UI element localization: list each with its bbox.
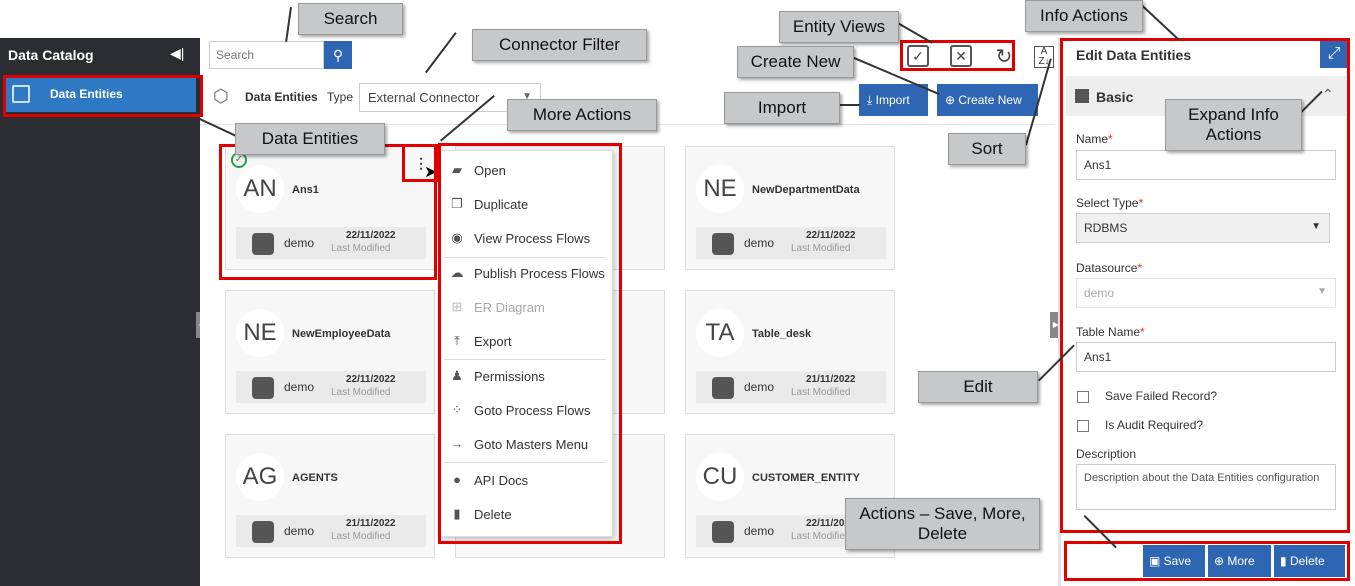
entity-name: NewDepartmentData: [752, 184, 860, 196]
callout-edit: Edit: [918, 371, 1038, 403]
callout-actions: Actions – Save, More, Delete: [845, 498, 1040, 550]
entities-icon: ⬡: [213, 86, 229, 106]
type-label: Type: [327, 90, 354, 104]
connector-line: [285, 7, 292, 42]
owner: demo: [284, 524, 315, 538]
entity-name: Table_desk: [752, 328, 812, 340]
entity-name: AGENTS: [292, 472, 338, 484]
modified-date: 21/11/2022: [806, 374, 856, 385]
avatar: NE: [696, 165, 744, 213]
collapse-sidebar-icon[interactable]: ◀|: [170, 45, 186, 61]
owner: demo: [744, 380, 775, 394]
search-icon[interactable]: ⚲: [324, 41, 352, 69]
last-modified-label: Last Modified: [791, 243, 851, 254]
highlight-data-entities: [3, 75, 203, 117]
search-input[interactable]: [209, 41, 324, 69]
highlight-entity-views: [900, 40, 1015, 71]
sort-icon[interactable]: A Z↓: [1034, 46, 1054, 68]
entity-name: CUSTOMER_ENTITY: [752, 472, 860, 484]
callout-entity-views: Entity Views: [779, 11, 899, 43]
highlight-actions: [1064, 541, 1350, 581]
entity-card[interactable]: TA Table_desk demo 21/11/2022 Last Modif…: [685, 290, 895, 414]
card-footer: demo 22/11/2022 Last Modified: [236, 371, 426, 403]
entity-name: NewEmployeeData: [292, 328, 391, 340]
database-icon: [712, 233, 734, 255]
highlight-menu: [438, 143, 622, 544]
callout-connector-filter: Connector Filter: [472, 29, 647, 61]
callout-create-new: Create New: [737, 46, 854, 78]
create-new-button[interactable]: ⊕ Create New: [937, 84, 1038, 116]
callout-search: Search: [298, 3, 403, 35]
callout-import: Import: [724, 92, 840, 124]
entity-card[interactable]: AG AGENTS demo 21/11/2022 Last Modified: [225, 434, 435, 558]
modified-date: 22/11/2022: [806, 230, 856, 241]
modified-date: 21/11/2022: [346, 518, 396, 529]
card-footer: demo 21/11/2022 Last Modified: [236, 515, 426, 547]
last-modified-label: Last Modified: [331, 531, 391, 542]
create-new-label: Create New: [958, 93, 1022, 107]
owner: demo: [284, 380, 315, 394]
avatar: TA: [696, 309, 744, 357]
owner: demo: [744, 524, 775, 538]
callout-info-actions: Info Actions: [1025, 0, 1143, 32]
database-icon: [712, 521, 734, 543]
card-footer: demo 22/11/2022 Last Modified: [696, 227, 886, 259]
avatar: AG: [236, 453, 284, 501]
entity-card[interactable]: NE NewDepartmentData demo 22/11/2022 Las…: [685, 146, 895, 270]
connector-line: [840, 104, 860, 106]
highlight-more-actions: [402, 144, 438, 182]
connector-line: [1141, 5, 1180, 41]
sidebar: Data Catalog ◀| Data Entities: [0, 38, 200, 586]
modified-date: 22/11/2022: [346, 374, 396, 385]
import-button[interactable]: ⤓ Import: [859, 84, 928, 116]
owner: demo: [744, 236, 775, 250]
database-icon: [252, 521, 274, 543]
database-icon: [252, 377, 274, 399]
avatar: CU: [696, 453, 744, 501]
callout-data-entities: Data Entities: [235, 123, 385, 155]
callout-expand: Expand Info Actions: [1165, 99, 1302, 151]
avatar: NE: [236, 309, 284, 357]
callout-more-actions: More Actions: [507, 99, 657, 131]
card-footer: demo 21/11/2022 Last Modified: [696, 371, 886, 403]
last-modified-label: Last Modified: [331, 387, 391, 398]
last-modified-label: Last Modifie: [791, 531, 845, 542]
breadcrumb: Data Entities: [245, 90, 318, 104]
database-icon: [712, 377, 734, 399]
callout-sort: Sort: [948, 133, 1026, 165]
connector-filter-value: External Connector: [368, 90, 480, 105]
import-label: Import: [875, 93, 910, 107]
last-modified-label: Last Modified: [791, 387, 851, 398]
entity-card[interactable]: NE NewEmployeeData demo 22/11/2022 Last …: [225, 290, 435, 414]
